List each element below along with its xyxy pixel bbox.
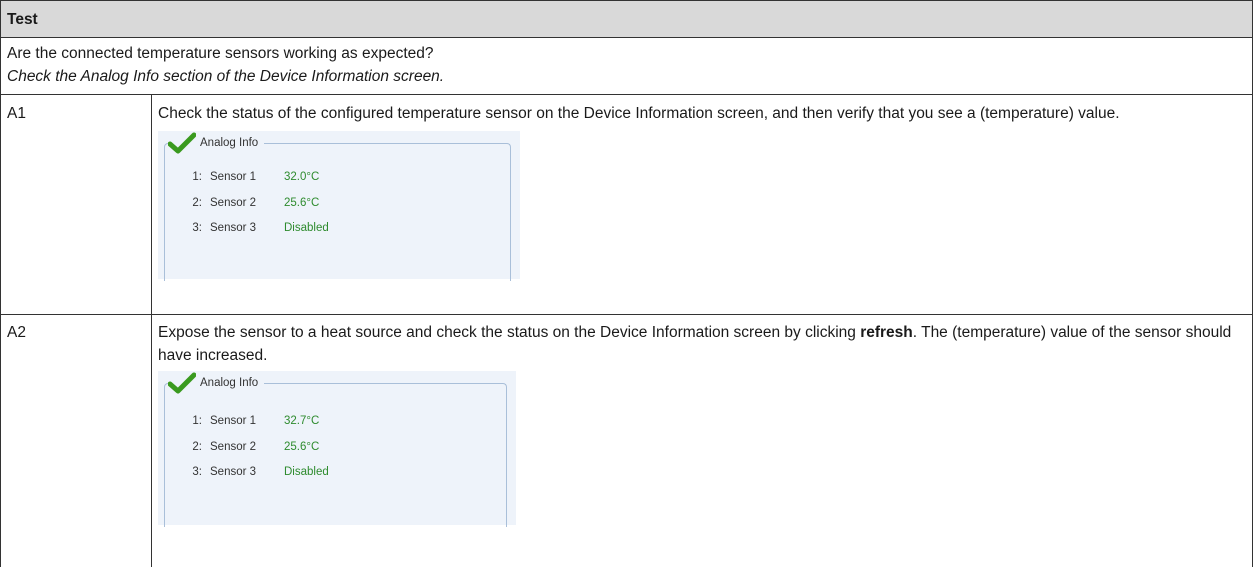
sensor-row: 1: Sensor 1 32.0°C xyxy=(176,165,329,191)
sensor-value: 32.0°C xyxy=(284,171,320,184)
sensor-name: Sensor 3 xyxy=(210,222,257,235)
analog-info-panel: Analog Info 1: Sensor 1 32.7°C 2: Sensor… xyxy=(158,371,516,527)
row-id: A1 xyxy=(0,94,152,315)
instruction-text-part: Expose the sensor to a heat source and c… xyxy=(158,324,861,341)
sensor-row: 3: Sensor 3 Disabled xyxy=(176,216,329,242)
sensor-name: Sensor 2 xyxy=(210,440,257,453)
sensor-name: Sensor 2 xyxy=(210,196,257,209)
sensor-index: 2: xyxy=(192,440,202,453)
sensor-list: 1: Sensor 1 32.7°C 2: Sensor 2 25.6°C 3:… xyxy=(176,409,329,486)
sensor-value: Disabled xyxy=(284,222,329,235)
instruction-text: Check the status of the configured tempe… xyxy=(158,105,1120,122)
row-id: A2 xyxy=(0,314,152,567)
sensor-index: 3: xyxy=(192,466,202,479)
sensor-name: Sensor 3 xyxy=(210,466,257,479)
refresh-keyword: refresh xyxy=(860,324,913,341)
checkmark-icon xyxy=(168,132,196,154)
sensor-name: Sensor 1 xyxy=(210,415,257,428)
panel-legend: Analog Info xyxy=(168,372,265,394)
intro-cell: Are the connected temperature sensors wo… xyxy=(0,37,1253,95)
sensor-value: Disabled xyxy=(284,466,329,479)
table-header-row: Test xyxy=(0,0,1253,38)
sensor-row: 2: Sensor 2 25.6°C xyxy=(176,191,329,217)
test-hint: Check the Analog Info section of the Dev… xyxy=(7,68,445,85)
sensor-value: 25.6°C xyxy=(284,196,320,209)
panel-title: Analog Info xyxy=(200,376,259,389)
sensor-value: 32.7°C xyxy=(284,415,320,428)
instruction-text: Expose the sensor to a heat source and c… xyxy=(158,321,1246,367)
table-row-a2: A2 Expose the sensor to a heat source an… xyxy=(0,314,1253,567)
sensor-row: 3: Sensor 3 Disabled xyxy=(176,460,329,486)
panel-title: Analog Info xyxy=(200,136,259,149)
analog-info-panel: Analog Info 1: Sensor 1 32.0°C 2: Sensor… xyxy=(158,131,520,281)
panel-legend: Analog Info xyxy=(168,132,265,154)
sensor-row: 1: Sensor 1 32.7°C xyxy=(176,409,329,435)
sensor-row: 2: Sensor 2 25.6°C xyxy=(176,435,329,461)
sensor-index: 1: xyxy=(192,415,202,428)
sensor-index: 3: xyxy=(192,222,202,235)
sensor-index: 2: xyxy=(192,196,202,209)
sensor-value: 25.6°C xyxy=(284,440,320,453)
instruction-cell: Check the status of the configured tempe… xyxy=(151,94,1253,315)
test-question: Are the connected temperature sensors wo… xyxy=(7,45,434,62)
table-row-a1: A1 Check the status of the configured te… xyxy=(0,94,1253,315)
sensor-index: 1: xyxy=(192,171,202,184)
intro-row: Are the connected temperature sensors wo… xyxy=(0,37,1253,95)
test-table: Test Are the connected temperature senso… xyxy=(0,0,1253,567)
instruction-cell: Expose the sensor to a heat source and c… xyxy=(151,314,1253,567)
checkmark-icon xyxy=(168,372,196,394)
table-header: Test xyxy=(0,0,1253,38)
sensor-list: 1: Sensor 1 32.0°C 2: Sensor 2 25.6°C 3:… xyxy=(176,165,329,242)
sensor-name: Sensor 1 xyxy=(210,171,257,184)
